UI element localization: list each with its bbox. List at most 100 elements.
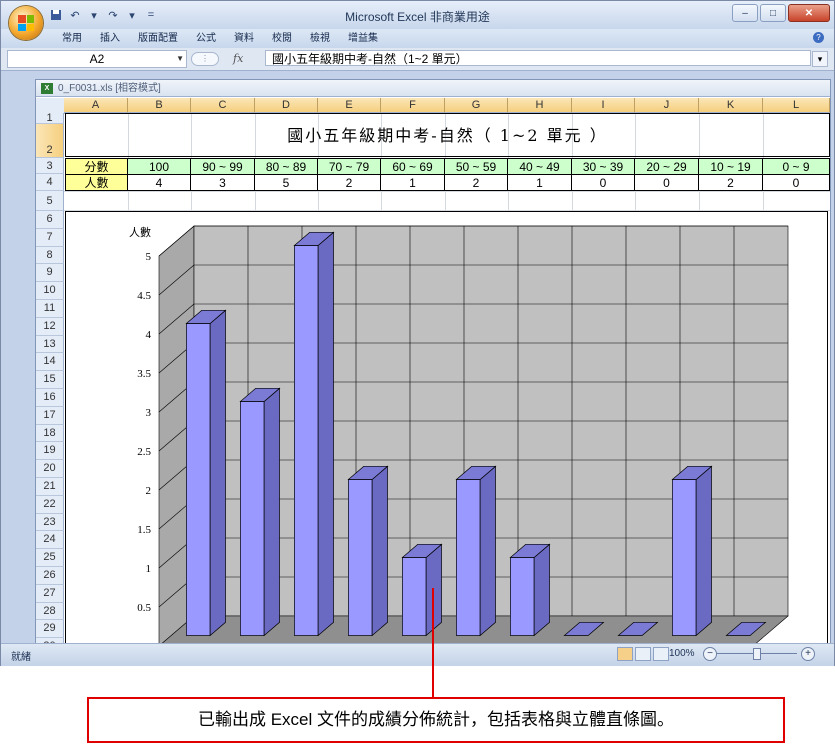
count-cell[interactable]: 1: [380, 174, 445, 191]
count-cell[interactable]: 3: [190, 174, 255, 191]
ribbon-tab-5[interactable]: 資料: [225, 32, 263, 46]
row-header-6[interactable]: 6: [36, 211, 64, 229]
count-cell[interactable]: 0: [634, 174, 699, 191]
score-range-cell[interactable]: 10 ~ 19: [698, 158, 763, 175]
restore-button[interactable]: □: [760, 4, 786, 22]
row-header-12[interactable]: 12: [36, 317, 64, 336]
chart-area[interactable]: 00.511.522.533.544.55人數: [65, 211, 828, 645]
row-header-13[interactable]: 13: [36, 335, 64, 354]
ribbon-tab-1[interactable]: 常用: [53, 32, 91, 46]
column-header-F[interactable]: F: [381, 98, 445, 113]
sheet-title-cell[interactable]: 國小五年級期中考-自然（ 1~2 單元 ）: [65, 113, 830, 157]
column-header-L[interactable]: L: [763, 98, 830, 113]
name-box[interactable]: A2 ▼: [7, 50, 187, 68]
ribbon-tab-4[interactable]: 公式: [187, 32, 225, 46]
column-header-C[interactable]: C: [191, 98, 255, 113]
ribbon-tab-8[interactable]: 增益集: [339, 32, 387, 46]
column-header-H[interactable]: H: [508, 98, 572, 113]
column-header-D[interactable]: D: [255, 98, 318, 113]
page-break-view-icon[interactable]: [653, 647, 669, 661]
count-label-cell[interactable]: 人數: [65, 174, 128, 191]
zoom-in-button[interactable]: +: [801, 647, 815, 661]
row-header-22[interactable]: 22: [36, 495, 64, 514]
column-header-A[interactable]: A: [64, 98, 128, 113]
formula-separator-handle[interactable]: ⋮: [191, 51, 219, 66]
expand-formula-bar-icon[interactable]: ▾: [812, 51, 828, 67]
row-header-27[interactable]: 27: [36, 584, 64, 603]
score-range-cell[interactable]: 60 ~ 69: [380, 158, 445, 175]
row-header-20[interactable]: 20: [36, 460, 64, 478]
row-header-14[interactable]: 14: [36, 353, 64, 372]
score-range-cell[interactable]: 100: [127, 158, 191, 175]
zoom-level[interactable]: 100%: [669, 648, 695, 659]
row-header-28[interactable]: 28: [36, 602, 64, 621]
row-header-23[interactable]: 23: [36, 513, 64, 532]
page-layout-view-icon[interactable]: [635, 647, 651, 661]
column-header-J[interactable]: J: [635, 98, 699, 113]
ribbon-tab-6[interactable]: 校閱: [263, 32, 301, 46]
row-header-5[interactable]: 5: [36, 191, 64, 211]
row-header-11[interactable]: 11: [36, 300, 64, 318]
row-header-17[interactable]: 17: [36, 406, 64, 425]
row-header-18[interactable]: 18: [36, 424, 64, 443]
row-header-8[interactable]: 8: [36, 246, 64, 265]
insert-function-button[interactable]: fx: [233, 52, 243, 65]
count-cell[interactable]: 5: [254, 174, 318, 191]
row-header-3[interactable]: 3: [36, 158, 64, 174]
y-tick-label: 3.5: [137, 368, 151, 380]
view-buttons: [617, 647, 669, 661]
ribbon-tab-3[interactable]: 版面配置: [129, 32, 187, 46]
help-icon[interactable]: ?: [813, 32, 824, 43]
name-box-dropdown-icon[interactable]: ▼: [176, 51, 184, 67]
score-range-cell[interactable]: 90 ~ 99: [190, 158, 255, 175]
bar-side-2: [317, 231, 334, 637]
row-header-15[interactable]: 15: [36, 371, 64, 389]
count-cell[interactable]: 0: [762, 174, 830, 191]
column-header-I[interactable]: I: [572, 98, 635, 113]
count-cell[interactable]: 2: [444, 174, 508, 191]
row-header-24[interactable]: 24: [36, 531, 64, 550]
bar-front-0: [186, 323, 211, 636]
office-button[interactable]: [9, 6, 43, 40]
column-header-B[interactable]: B: [128, 98, 191, 113]
score-range-cell[interactable]: 40 ~ 49: [507, 158, 572, 175]
score-range-cell[interactable]: 20 ~ 29: [634, 158, 699, 175]
zoom-out-button[interactable]: −: [703, 647, 717, 661]
row-header-25[interactable]: 25: [36, 549, 64, 567]
close-button[interactable]: ✕: [788, 4, 830, 22]
score-range-cell[interactable]: 50 ~ 59: [444, 158, 508, 175]
column-header-K[interactable]: K: [699, 98, 763, 113]
row-header-4[interactable]: 4: [36, 174, 64, 191]
minimize-button[interactable]: –: [732, 4, 758, 22]
score-range-cell[interactable]: 70 ~ 79: [317, 158, 381, 175]
ribbon-tab-7[interactable]: 檢視: [301, 32, 339, 46]
count-cell[interactable]: 4: [127, 174, 191, 191]
score-range-cell[interactable]: 30 ~ 39: [571, 158, 635, 175]
score-range-cell[interactable]: 0 ~ 9: [762, 158, 830, 175]
count-cell[interactable]: 1: [507, 174, 572, 191]
score-label-cell[interactable]: 分數: [65, 158, 128, 175]
row-header-1[interactable]: 1: [36, 113, 64, 124]
count-cell[interactable]: 0: [571, 174, 635, 191]
row-header-9[interactable]: 9: [36, 264, 64, 283]
row-header-19[interactable]: 19: [36, 442, 64, 461]
column-header-E[interactable]: E: [318, 98, 381, 113]
row-header-21[interactable]: 21: [36, 478, 64, 496]
row-header-10[interactable]: 10: [36, 282, 64, 300]
column-header-G[interactable]: G: [445, 98, 508, 113]
row-header-16[interactable]: 16: [36, 389, 64, 407]
workbook-title-bar: X 0_F0031.xls [相容模式]: [36, 80, 830, 97]
row-header-29[interactable]: 29: [36, 620, 64, 639]
ribbon-tab-2[interactable]: 插入: [91, 32, 129, 46]
formula-input[interactable]: 國小五年級期中考-自然（1~2 單元）: [265, 50, 811, 66]
row-header-26[interactable]: 26: [36, 567, 64, 585]
count-cell[interactable]: 2: [317, 174, 381, 191]
zoom-slider-thumb[interactable]: [753, 648, 761, 660]
y-tick-label: 3: [146, 407, 152, 419]
row-header-7[interactable]: 7: [36, 228, 64, 247]
score-range-cell[interactable]: 80 ~ 89: [254, 158, 318, 175]
bar-front-6: [510, 557, 535, 636]
count-cell[interactable]: 2: [698, 174, 763, 191]
normal-view-icon[interactable]: [617, 647, 633, 661]
row-header-2[interactable]: 2: [36, 124, 64, 158]
